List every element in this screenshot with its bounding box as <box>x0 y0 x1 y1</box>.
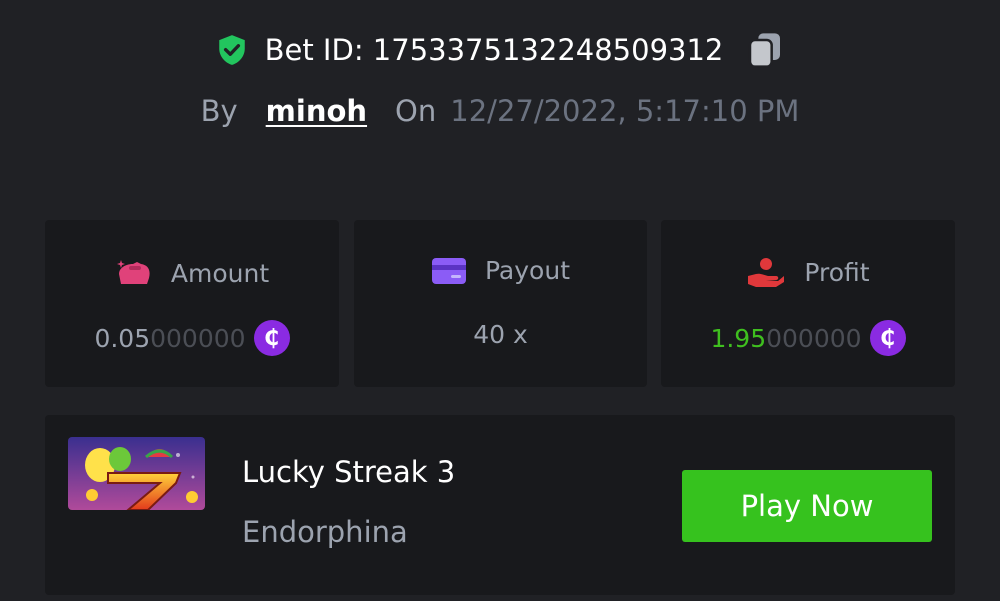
payout-header: Payout <box>354 256 647 285</box>
game-card: Lucky Streak 3 Endorphina Play Now <box>45 415 955 595</box>
coin-icon: ₵ <box>253 320 290 356</box>
profit-value: 1.95 000000 ₵ <box>661 320 955 356</box>
amount-card: Amount 0.05 000000 ₵ <box>45 220 339 387</box>
game-thumbnail[interactable] <box>68 437 205 510</box>
amount-value-main: 0.05 <box>94 323 151 353</box>
profit-header: Profit <box>661 256 955 288</box>
hand-money-icon <box>748 258 785 287</box>
profit-value-main: 1.95 <box>710 323 767 353</box>
profit-label: Profit <box>804 257 870 287</box>
game-title[interactable]: Lucky Streak 3 <box>242 455 455 489</box>
username-link[interactable]: minoh <box>266 94 367 128</box>
play-now-button[interactable]: Play Now <box>682 470 932 542</box>
copy-icon[interactable] <box>745 30 785 70</box>
payout-value: 40 x <box>473 320 528 349</box>
on-label: On <box>395 94 437 128</box>
amount-value: 0.05 000000 ₵ <box>45 320 339 356</box>
bet-datetime: 12/27/2022, 5:17:10 PM <box>450 94 800 128</box>
game-provider: Endorphina <box>242 515 408 549</box>
bet-meta-row: By minoh On 12/27/2022, 5:17:10 PM <box>0 94 1000 128</box>
bet-details-page: Bet ID: 1753375132248509312 By minoh On … <box>0 0 1000 601</box>
money-bag-icon <box>116 260 150 284</box>
profit-value-zeros: 000000 <box>766 323 862 353</box>
profit-card: Profit 1.95 000000 ₵ <box>661 220 955 387</box>
payout-label: Payout <box>484 256 570 285</box>
bet-id: Bet ID: 1753375132248509312 <box>264 33 724 67</box>
amount-value-zeros: 000000 <box>150 323 246 353</box>
amount-label: Amount <box>170 258 270 288</box>
game-thumbnail-image <box>68 437 205 510</box>
bet-id-row: Bet ID: 1753375132248509312 <box>0 30 1000 70</box>
by-label: By <box>200 94 238 128</box>
amount-header: Amount <box>45 256 339 290</box>
shield-check-icon <box>218 35 245 65</box>
coin-icon: ₵ <box>869 320 906 356</box>
payout-card: Payout 40 x <box>354 220 647 387</box>
credit-card-icon <box>431 257 466 284</box>
